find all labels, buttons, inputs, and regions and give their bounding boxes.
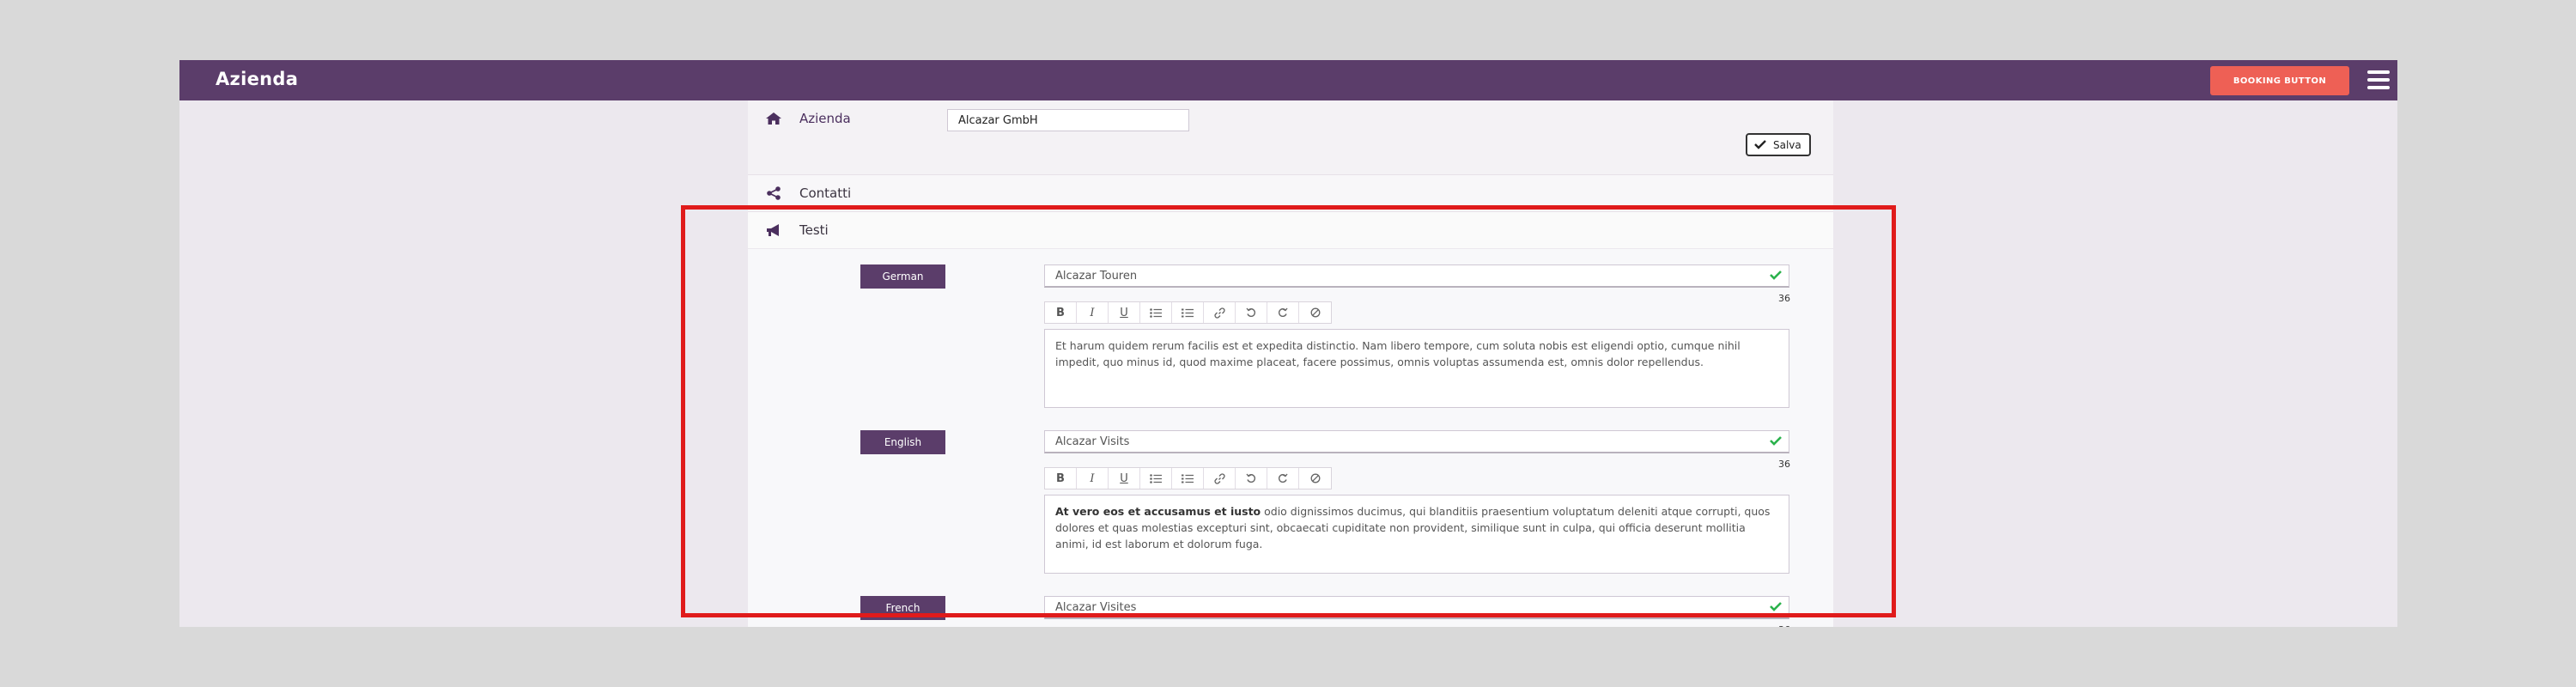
language-button-german[interactable]: German [860,264,945,289]
numbered-list-icon[interactable] [1172,302,1204,323]
editor-bold-text: At vero eos et accusamus et iusto [1055,505,1261,518]
editor-toolbar-english: B I U [1044,467,1332,489]
title-input-french[interactable] [1044,596,1789,619]
rich-text-editor-english[interactable]: At vero eos et accusamus et iusto odio d… [1044,495,1789,574]
link-icon[interactable] [1204,302,1236,323]
title-input-english[interactable] [1044,430,1789,453]
char-counter-english: 36 [1778,459,1790,470]
underline-button[interactable]: U [1109,302,1140,323]
undo-icon[interactable] [1236,302,1267,323]
undo-icon[interactable] [1236,468,1267,489]
title-input-german[interactable] [1044,264,1789,288]
bullet-list-icon[interactable] [1140,302,1172,323]
clear-format-icon[interactable] [1299,468,1331,489]
language-button-french[interactable]: French [860,596,945,620]
company-row: Azienda [748,100,1833,137]
char-counter-french: 36 [1778,624,1790,627]
editor-toolbar-german: B I U [1044,301,1332,324]
check-icon [1770,436,1782,446]
check-icon [1770,271,1782,280]
bold-button[interactable]: B [1045,302,1077,323]
link-icon[interactable] [1204,468,1236,489]
italic-button[interactable]: I [1077,468,1109,489]
top-bar: Azienda BOOKING BUTTON [179,60,2397,100]
italic-button[interactable]: I [1077,302,1109,323]
redo-icon[interactable] [1267,468,1299,489]
app-title: Azienda [216,69,299,89]
company-label: Azienda [799,111,851,126]
numbered-list-icon[interactable] [1172,468,1204,489]
check-icon [1754,140,1766,149]
section-contacts[interactable]: Contatti [748,174,1833,211]
redo-icon[interactable] [1267,302,1299,323]
booking-button[interactable]: BOOKING BUTTON [2210,66,2349,95]
section-texts[interactable]: Testi [748,211,1833,248]
texts-section-body: German 36 B I U [748,248,1833,627]
char-counter-german: 36 [1778,293,1790,304]
check-icon [1770,602,1782,611]
megaphone-icon [767,224,779,236]
section-contacts-label: Contatti [799,185,852,201]
underline-button[interactable]: U [1109,468,1140,489]
rich-text-editor-german[interactable]: Et harum quidem rerum facilis est et exp… [1044,329,1789,408]
language-button-english[interactable]: English [860,430,945,454]
bold-button[interactable]: B [1045,468,1077,489]
home-icon [766,112,781,125]
clear-format-icon[interactable] [1299,302,1331,323]
app-window: Azienda BOOKING BUTTON Azienda Salva [179,60,2397,627]
save-button[interactable]: Salva [1746,133,1811,156]
bullet-list-icon[interactable] [1140,468,1172,489]
menu-icon[interactable] [2367,69,2390,91]
editor-text: Et harum quidem rerum facilis est et exp… [1055,339,1741,368]
share-icon [767,186,781,200]
section-texts-label: Testi [799,222,829,238]
save-label: Salva [1773,138,1801,151]
company-panel: Azienda Salva Contatti Testi [748,100,1833,627]
company-name-input[interactable] [947,109,1189,131]
